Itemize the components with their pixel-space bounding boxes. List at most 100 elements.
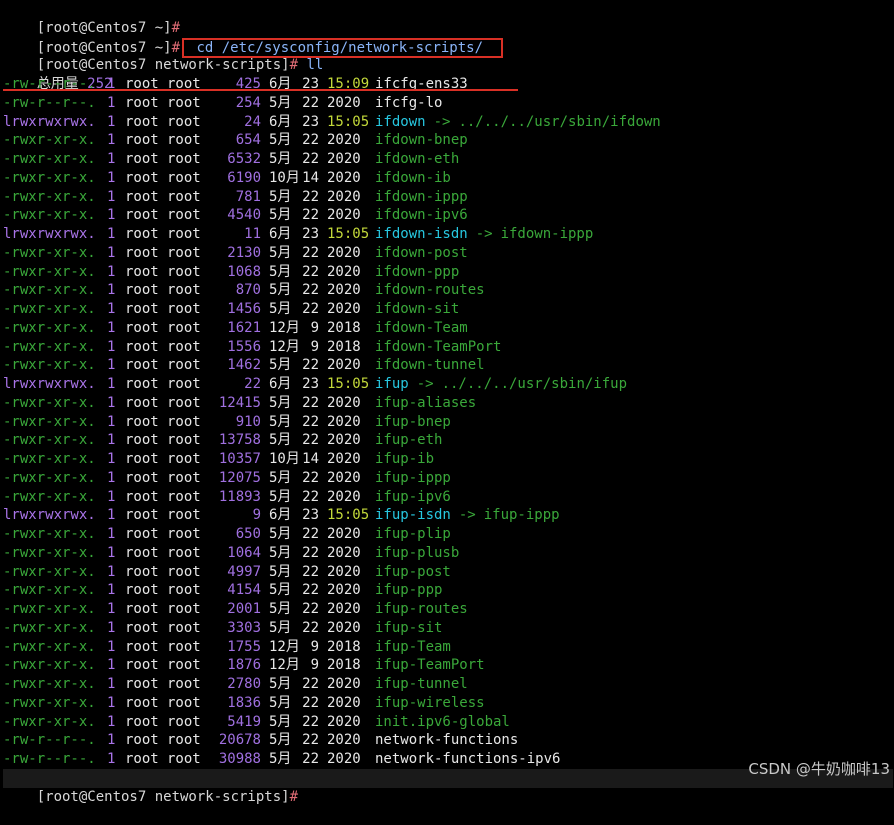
- file-time: 2020: [327, 694, 361, 711]
- file-link-count: 1: [107, 94, 116, 111]
- file-link-count: 1: [107, 376, 116, 392]
- prompt-line-2: [root@Centos7 ~]# cd /etc/sysconfig/netw…: [3, 19, 893, 58]
- file-day: 22: [302, 751, 319, 767]
- file-permissions: -rwxr-xr-x.: [3, 432, 96, 449]
- file-row: -rwxr-xr-x. 1 root root 1556 12月 9 2018 ifdown-T…: [3, 338, 893, 357]
- file-month: 5月: [269, 432, 292, 449]
- file-day: 22: [302, 526, 319, 542]
- file-permissions: -rwxr-xr-x.: [3, 657, 96, 674]
- file-day: 22: [302, 488, 319, 505]
- file-time: 2020: [327, 263, 361, 280]
- file-group: root: [167, 713, 201, 730]
- file-name: ifup-post: [375, 563, 451, 580]
- file-day: 22: [302, 676, 319, 692]
- file-row: -rwxr-xr-x. 1 root root 1755 12月 9 2018 ifup-Tea…: [3, 638, 893, 657]
- file-row: -rwxr-xr-x. 1 root root 12075 5月 22 2020 ifup-ip…: [3, 469, 893, 488]
- file-time: 2020: [327, 526, 361, 542]
- file-day: 22: [302, 357, 319, 374]
- file-size: 6190: [227, 169, 261, 186]
- file-owner: root: [125, 413, 159, 430]
- file-owner: root: [125, 301, 159, 317]
- file-link-count: 1: [107, 244, 116, 261]
- file-month: 5月: [269, 601, 292, 617]
- file-permissions: -rwxr-xr-x.: [3, 244, 96, 261]
- file-link-count: 1: [107, 601, 116, 617]
- file-month: 5月: [269, 301, 292, 317]
- file-day: 14: [302, 169, 319, 186]
- file-link-count: 1: [107, 113, 116, 130]
- file-name: ifdown: [375, 113, 426, 130]
- file-group: root: [167, 619, 201, 636]
- file-link-count: 1: [107, 432, 116, 449]
- file-link-count: 1: [107, 132, 116, 149]
- file-row: -rwxr-xr-x. 1 root root 13758 5月 22 2020 ifup-et…: [3, 431, 893, 450]
- file-group: root: [167, 226, 201, 242]
- file-owner: root: [125, 469, 159, 486]
- file-name: ifup-plusb: [375, 544, 460, 561]
- file-permissions: -rwxr-xr-x.: [3, 338, 96, 355]
- file-month: 6月: [269, 113, 292, 130]
- file-size: 3303: [227, 619, 261, 636]
- file-permissions: -rwxr-xr-x.: [3, 713, 96, 730]
- file-link-count: 1: [107, 638, 116, 655]
- file-size: 10357: [218, 451, 261, 467]
- symlink-target: ../../../usr/sbin/ifup: [441, 376, 628, 392]
- terminal-output[interactable]: [root@Centos7 ~]# [root@Centos7 ~]# cd /…: [3, 0, 893, 805]
- file-permissions: -rwxr-xr-x.: [3, 132, 96, 149]
- file-owner: root: [125, 638, 159, 655]
- file-time: 2020: [327, 732, 361, 749]
- file-day: 22: [302, 732, 319, 749]
- file-name: ifup-bnep: [375, 413, 451, 430]
- file-month: 5月: [269, 676, 292, 692]
- file-permissions: -rwxr-xr-x.: [3, 207, 96, 224]
- file-list: -rw-r--r--. 1 root root 425 6月 23 15:09 ifcfg-en…: [3, 75, 893, 769]
- file-link-count: 1: [107, 732, 116, 749]
- file-time: 2018: [327, 638, 361, 655]
- file-day: 9: [310, 638, 319, 655]
- file-size: 12415: [218, 394, 261, 411]
- file-row: -rwxr-xr-x. 1 root root 4997 5月 22 2020 ifup-pos…: [3, 563, 893, 582]
- file-month: 6月: [269, 226, 292, 242]
- file-group: root: [167, 151, 201, 167]
- symlink-arrow: ->: [433, 113, 451, 130]
- file-group: root: [167, 301, 201, 317]
- file-name: init.ipv6-global: [375, 713, 510, 730]
- file-group: root: [167, 732, 201, 749]
- file-row: -rwxr-xr-x. 1 root root 1456 5月 22 2020 ifdown-s…: [3, 300, 893, 319]
- prompt: [root@Centos7 network-scripts]: [36, 788, 290, 805]
- file-time: 2020: [327, 169, 361, 186]
- file-permissions: lrwxrwxrwx.: [3, 113, 96, 130]
- file-time: 2020: [327, 207, 361, 224]
- file-name: ifdown-bnep: [375, 132, 468, 149]
- file-link-count: 1: [107, 488, 116, 505]
- file-time: 2018: [327, 319, 361, 336]
- file-size: 254: [235, 94, 261, 111]
- file-day: 22: [302, 151, 319, 167]
- file-time: 2020: [327, 301, 361, 317]
- file-month: 5月: [269, 188, 292, 205]
- file-link-count: 1: [107, 319, 116, 336]
- file-link-count: 1: [107, 394, 116, 411]
- file-month: 12月: [269, 319, 300, 336]
- file-group: root: [167, 751, 201, 767]
- file-permissions: -rwxr-xr-x.: [3, 357, 96, 374]
- file-size: 870: [235, 282, 261, 299]
- file-group: root: [167, 113, 201, 130]
- file-day: 23: [302, 226, 319, 242]
- file-row: -rwxr-xr-x. 1 root root 1068 5月 22 2020 ifdown-p…: [3, 263, 893, 282]
- file-link-count: 1: [107, 469, 116, 486]
- file-name: network-functions: [375, 732, 519, 749]
- file-permissions: -rwxr-xr-x.: [3, 526, 96, 542]
- red-underline-annotation: [3, 89, 518, 91]
- file-row: lrwxrwxrwx. 1 root root 11 6月 23 15:05 ifdown-is…: [3, 225, 893, 244]
- file-owner: root: [125, 676, 159, 692]
- file-permissions: -rwxr-xr-x.: [3, 563, 96, 580]
- file-month: 5月: [269, 544, 292, 561]
- file-permissions: -rwxr-xr-x.: [3, 151, 96, 167]
- file-day: 22: [302, 263, 319, 280]
- file-row: -rwxr-xr-x. 1 root root 10357 10月 14 2020 ifup-i…: [3, 450, 893, 469]
- file-link-count: 1: [107, 451, 116, 467]
- file-row: -rwxr-xr-x. 1 root root 870 5月 22 2020 ifdown-ro…: [3, 281, 893, 300]
- file-row: -rwxr-xr-x. 1 root root 1876 12月 9 2018 ifup-Tea…: [3, 656, 893, 675]
- file-name: ifdown-post: [375, 244, 468, 261]
